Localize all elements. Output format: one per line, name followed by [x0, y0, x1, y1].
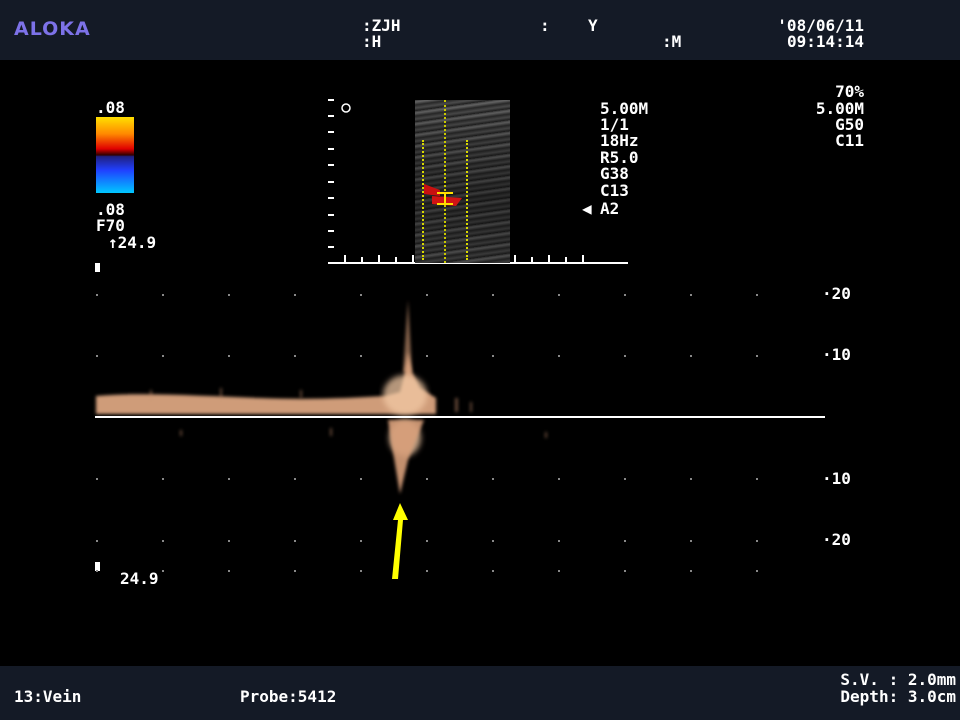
sample-volume: S.V. : 2.0mm — [840, 670, 956, 689]
depth-readout: Depth: 3.0cm — [840, 687, 956, 706]
probe-model: Probe:5412 — [240, 687, 337, 706]
preset-name: 13:Vein — [14, 687, 82, 706]
annotation-arrow — [392, 503, 408, 579]
